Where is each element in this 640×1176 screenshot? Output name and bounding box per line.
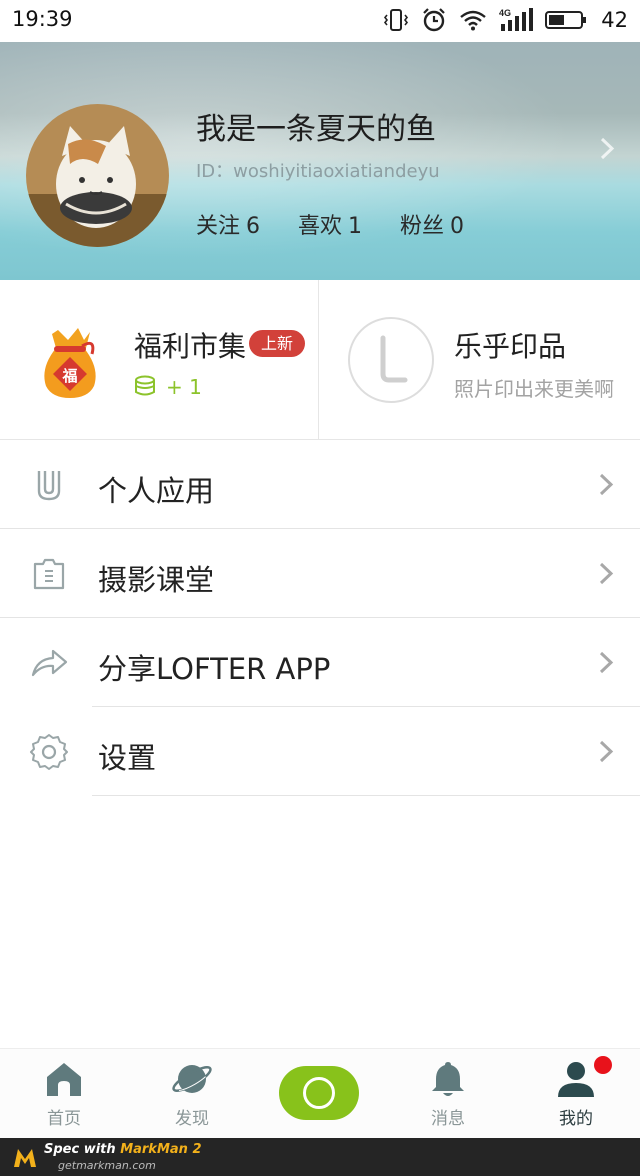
4g-signal-icon: 4G: [499, 8, 534, 31]
menu-label: 设置: [98, 741, 157, 775]
tab-label: 发现: [175, 1109, 209, 1129]
markman-logo: [14, 1149, 36, 1167]
markman-tagline: Spec with MarkMan 2: [44, 1142, 202, 1157]
chevron-right-icon: [600, 137, 615, 160]
planet-icon: [172, 1065, 212, 1093]
tab-discover[interactable]: 发现: [128, 1049, 256, 1139]
user-icon: [558, 1062, 594, 1097]
stat-label: 粉丝: [400, 214, 445, 239]
camera-button[interactable]: [279, 1066, 359, 1120]
chevron-right-icon: [599, 651, 614, 674]
stat-label: 关注: [196, 214, 241, 239]
menu-item-photo-class[interactable]: 摄影课堂: [0, 529, 640, 618]
promo-title: 乐乎印品: [454, 330, 567, 363]
share-icon: [31, 649, 68, 677]
menu-list: 个人应用 摄影课堂 分享LOFTER APP 设置: [0, 440, 640, 796]
stat-value: 0: [450, 214, 465, 239]
menu-label: 摄影课堂: [98, 563, 215, 597]
lucky-bag-icon: 福: [44, 328, 96, 398]
user-stats: 关注 6 喜欢 1 粉丝 0: [196, 208, 502, 240]
promo-title: 福利市集: [134, 330, 247, 363]
user-id: ID：woshiyitiaoxiatiandeyu: [196, 161, 440, 182]
stat-value: 1: [348, 214, 363, 239]
profile-header[interactable]: 我是一条夏天的鱼 ID：woshiyitiaoxiatiandeyu 关注 6 喜…: [0, 42, 640, 280]
divider: [92, 795, 640, 796]
battery-icon: [545, 11, 587, 29]
menu-label: 分享LOFTER APP: [98, 652, 331, 686]
wifi-icon: [460, 10, 487, 31]
user-name: 我是一条夏天的鱼: [196, 112, 436, 147]
tagline-prefix: Spec with: [44, 1142, 121, 1157]
bell-icon: [432, 1062, 464, 1096]
coin-stack-icon: [135, 375, 155, 396]
stat-followers[interactable]: 粉丝 0: [400, 208, 464, 240]
battery-level: 42: [601, 8, 628, 32]
menu-item-settings[interactable]: 设置: [0, 707, 640, 796]
promo-subtitle: 照片印出来更美啊: [454, 377, 614, 401]
tab-messages[interactable]: 消息: [384, 1049, 512, 1139]
promo-row: 福 福利市集 上新 + 1 乐乎印品 照片印出来更美啊: [0, 280, 640, 440]
tab-label: 首页: [47, 1109, 81, 1129]
tagline-brand: MarkMan 2: [120, 1142, 202, 1157]
avatar[interactable]: [26, 104, 169, 247]
markman-footer: Spec with MarkMan 2 getmarkman.com: [0, 1138, 640, 1176]
status-time: 19:39: [12, 7, 73, 31]
menu-item-share-app[interactable]: 分享LOFTER APP: [0, 618, 640, 707]
tab-me[interactable]: 我的: [512, 1049, 640, 1139]
stat-label: 喜欢: [298, 214, 343, 239]
chevron-right-icon: [599, 562, 614, 585]
stat-value: 6: [246, 214, 261, 239]
gear-icon: [30, 734, 68, 770]
vibrate-icon: [384, 9, 409, 31]
status-icons: 4G 42: [383, 6, 628, 34]
stat-following[interactable]: 关注 6: [196, 208, 260, 240]
welfare-market-card[interactable]: 福 福利市集 上新 + 1: [0, 280, 319, 440]
chevron-right-icon: [599, 740, 614, 763]
chevron-right-icon: [599, 473, 614, 496]
lofter-print-card[interactable]: 乐乎印品 照片印出来更美啊: [320, 280, 640, 440]
menu-item-personal-apps[interactable]: 个人应用: [0, 440, 640, 529]
svg-text:4G: 4G: [499, 8, 511, 18]
apps-icon: [37, 471, 61, 501]
tab-label: 消息: [431, 1109, 465, 1129]
camera-class-icon: [33, 558, 65, 590]
tab-label: 我的: [559, 1109, 593, 1129]
stat-likes[interactable]: 喜欢 1: [298, 208, 362, 240]
notification-dot: [594, 1056, 612, 1074]
new-badge: 上新: [249, 330, 305, 357]
home-icon: [47, 1063, 81, 1096]
lofter-print-logo: [348, 317, 434, 403]
status-bar: 19:39 4G 42: [0, 0, 640, 42]
camera-ring-icon: [303, 1077, 335, 1109]
tab-home[interactable]: 首页: [0, 1049, 128, 1139]
alarm-icon: [423, 8, 446, 32]
svg-text:福: 福: [61, 367, 77, 385]
coin-reward: + 1: [166, 375, 202, 399]
markman-url: getmarkman.com: [58, 1159, 156, 1172]
menu-label: 个人应用: [98, 474, 215, 508]
